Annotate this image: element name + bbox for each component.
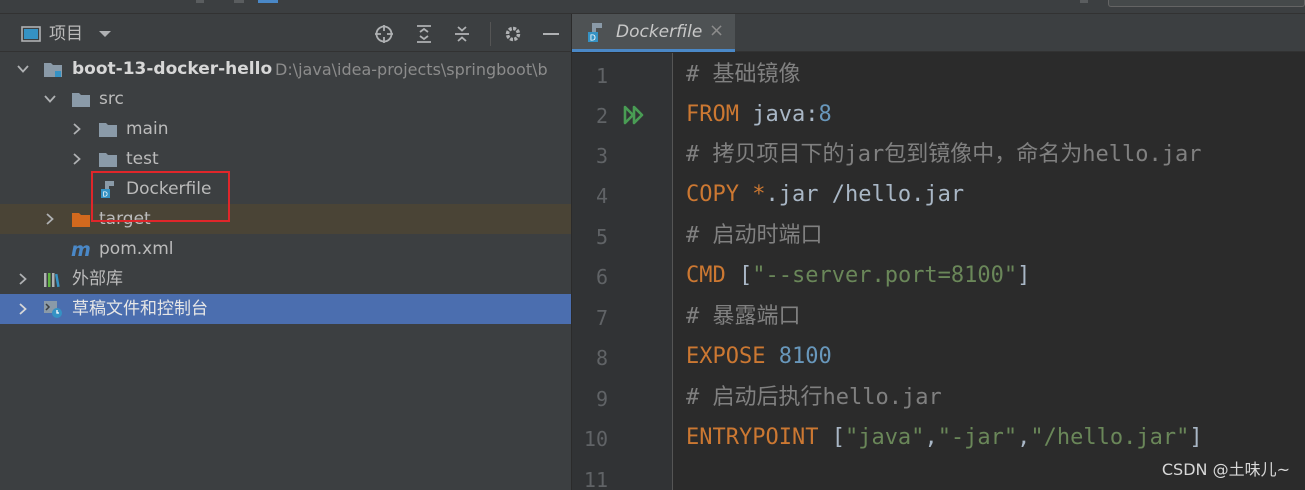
toolbar-fragment: [1080, 0, 1088, 3]
line-number: 7: [595, 306, 608, 330]
chevron-right-icon[interactable]: [16, 272, 30, 286]
code-line: ENTRYPOINT ["java","-jar","/hello.jar"]: [686, 425, 1203, 450]
chevron-down-icon[interactable]: [16, 62, 30, 76]
code-line: # 拷贝项目下的jar包到镜像中，命名为hello.jar: [686, 141, 1201, 169]
folder-icon: [71, 90, 91, 108]
tree-item-label: src: [99, 89, 124, 109]
minimize-icon[interactable]: [540, 23, 562, 45]
tab-dockerfile[interactable]: D Dockerfile ×: [572, 14, 735, 52]
comment-token: # 基础镜像: [686, 62, 801, 87]
tree-item-label: 外部库: [72, 269, 123, 289]
module-folder-icon: [43, 60, 63, 78]
line-number-gutter: 1 2 3 4 5 6 7 8 9 10 11: [572, 53, 673, 490]
scratches-icon: [43, 300, 63, 318]
tree-item-label: Dockerfile: [126, 179, 212, 199]
line-number: 10: [583, 427, 608, 451]
comment-token: # 拷贝项目下的jar包到镜像中，命名为hello.jar: [686, 142, 1202, 167]
line-number: 11: [583, 468, 608, 490]
code-line: EXPOSE 8100: [686, 344, 832, 369]
code-line: FROM java:8: [686, 102, 832, 127]
code-line: # 基础镜像: [686, 61, 801, 89]
window-top-strip: [0, 0, 1305, 14]
comment-token: # 启动后执行hello.jar: [686, 385, 942, 410]
line-number: 5: [595, 225, 608, 249]
tree-item-label: target: [99, 209, 151, 229]
tree-item-scratches[interactable]: 草稿文件和控制台: [0, 294, 571, 324]
tree-item-pom[interactable]: m pom.xml: [0, 234, 571, 264]
project-panel-title[interactable]: 项目: [49, 23, 83, 45]
tree-item-external-libraries[interactable]: 外部库: [0, 264, 571, 294]
code-line: CMD ["--server.port=8100"]: [686, 263, 1031, 288]
library-icon: [43, 270, 63, 288]
chevron-right-icon[interactable]: [70, 122, 84, 136]
search-everywhere-field[interactable]: [1108, 0, 1305, 7]
tree-item-label: boot-13-docker-hello: [72, 59, 273, 79]
folder-icon: [98, 120, 118, 138]
line-number: 6: [595, 265, 608, 289]
expand-all-icon[interactable]: [413, 23, 435, 45]
project-panel-header: 项目: [0, 14, 571, 52]
tree-item-main[interactable]: main: [0, 114, 571, 144]
code-line: COPY *.jar /hello.jar: [686, 182, 965, 207]
project-path: D:\java\idea-projects\springboot\b: [275, 60, 548, 79]
panel-icon[interactable]: [20, 23, 42, 45]
tree-item-dockerfile[interactable]: D Dockerfile: [0, 174, 571, 204]
code-line: # 启动后执行hello.jar: [686, 384, 942, 412]
folder-icon: [98, 150, 118, 168]
chevron-right-icon[interactable]: [43, 212, 57, 226]
tree-item-project-root[interactable]: boot-13-docker-hello D:\java\idea-projec…: [0, 54, 571, 84]
toolbar-fragment: [258, 0, 278, 3]
toolbar-fragment: [196, 0, 204, 3]
toolbar-fragment: [234, 0, 244, 3]
line-number: 2: [595, 104, 608, 128]
dropdown-caret-icon[interactable]: [94, 23, 116, 45]
collapse-all-icon[interactable]: [451, 23, 473, 45]
tree-item-test[interactable]: test: [0, 144, 571, 174]
dockerfile-icon: D: [586, 21, 608, 43]
svg-text:D: D: [590, 34, 596, 43]
tree-item-label: main: [126, 119, 169, 139]
tree-item-label: test: [126, 149, 159, 169]
dockerfile-icon: D: [100, 180, 120, 198]
excluded-folder-icon: [71, 210, 91, 228]
line-number: 9: [595, 387, 608, 411]
comment-token: # 启动时端口: [686, 223, 823, 248]
gear-icon[interactable]: [502, 23, 524, 45]
svg-text:D: D: [103, 191, 108, 199]
locate-icon[interactable]: [373, 23, 395, 45]
svg-text:m: m: [71, 240, 91, 258]
tree-item-label: pom.xml: [99, 239, 174, 259]
editor-pane: D Dockerfile × 1 2 3 4 5 6 7 8 9 10 11 #…: [572, 14, 1305, 490]
line-number: 1: [595, 64, 608, 88]
watermark: CSDN @土味儿~: [1161, 460, 1290, 479]
line-number: 4: [595, 184, 608, 208]
chevron-down-icon[interactable]: [43, 92, 57, 106]
tree-item-target[interactable]: target: [0, 204, 571, 234]
keyword-token: FROM: [686, 102, 739, 127]
code-line: # 启动时端口: [686, 222, 823, 250]
tree-item-src[interactable]: src: [0, 84, 571, 114]
header-separator: [490, 22, 491, 46]
editor-tab-bar: D Dockerfile ×: [572, 14, 1305, 52]
maven-icon: m: [71, 240, 91, 258]
line-number: 8: [595, 346, 608, 370]
close-icon[interactable]: ×: [709, 20, 724, 42]
project-tool-window: 项目 boot-13-docker-hello D:\java\idea-pro…: [0, 14, 571, 490]
comment-token: # 暴露端口: [686, 304, 801, 329]
tree-item-label: 草稿文件和控制台: [72, 299, 208, 319]
chevron-right-icon[interactable]: [70, 152, 84, 166]
code-line: # 暴露端口: [686, 303, 801, 331]
line-number: 3: [595, 144, 608, 168]
tab-label: Dockerfile: [616, 22, 703, 42]
run-icon[interactable]: [622, 103, 646, 127]
chevron-right-icon[interactable]: [16, 302, 30, 316]
